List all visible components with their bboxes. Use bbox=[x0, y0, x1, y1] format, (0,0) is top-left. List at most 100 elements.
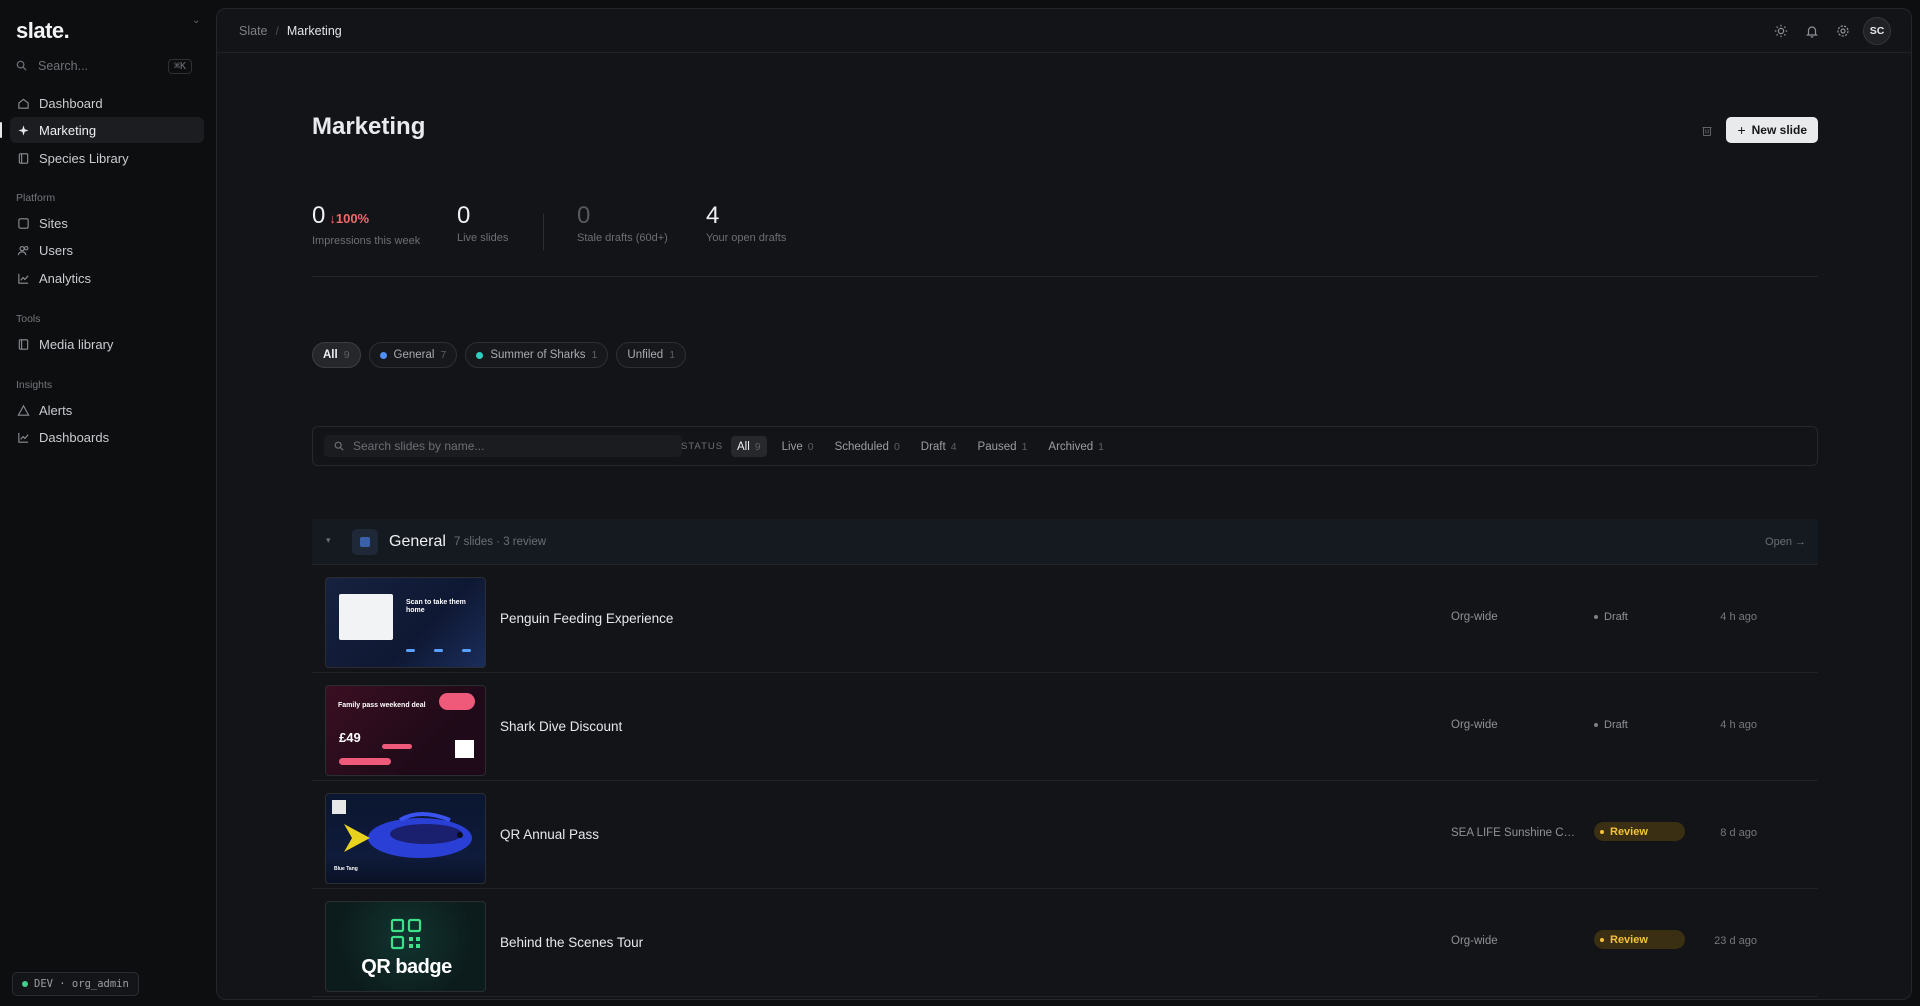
sidebar-item-media-library[interactable]: Media library bbox=[10, 331, 204, 357]
notifications-bell-icon[interactable] bbox=[1798, 17, 1826, 45]
sidebar-search-label: Search... bbox=[38, 59, 89, 73]
stat-value: 0 bbox=[577, 202, 591, 229]
status-badge: Review bbox=[1594, 822, 1685, 841]
stat-value: 0 bbox=[312, 202, 326, 229]
chip-general[interactable]: General 7 bbox=[368, 342, 458, 368]
sidebar-item-label: Alerts bbox=[39, 402, 73, 418]
status-tab-label: Scheduled bbox=[834, 440, 889, 453]
slide-name[interactable]: Behind the Scenes Tour bbox=[500, 935, 643, 950]
status-dot-icon bbox=[22, 981, 28, 987]
sidebar-item-dashboard[interactable]: Dashboard bbox=[10, 90, 204, 116]
chip-all[interactable]: All 9 bbox=[312, 342, 361, 368]
trash-icon[interactable] bbox=[1700, 123, 1714, 137]
collection-group-header[interactable]: ▾ General 7 slides · 3 review Open → bbox=[312, 519, 1818, 565]
slide-row[interactable]: Blue Tang QR Annual Pass SEA LIFE Sunshi… bbox=[312, 781, 1818, 889]
slide-row[interactable]: QR badge Behind the Scenes Tour Org-wide… bbox=[312, 889, 1818, 997]
stat-open-drafts: 4 Your open drafts bbox=[706, 202, 786, 244]
thumbnail-caption: Blue Tang bbox=[334, 866, 358, 872]
collection-open-link[interactable]: Open → bbox=[1765, 536, 1806, 548]
sidebar-item-label: Dashboard bbox=[39, 95, 103, 111]
slide-name[interactable]: Shark Dive Discount bbox=[500, 719, 622, 734]
sidebar-item-marketing[interactable]: Marketing bbox=[10, 117, 204, 143]
thumbnail-price: £49 bbox=[339, 730, 361, 745]
chip-label: General bbox=[393, 349, 435, 361]
chip-count: 7 bbox=[440, 349, 447, 361]
chart-icon bbox=[16, 271, 30, 285]
chip-summer-of-sharks[interactable]: Summer of Sharks 1 bbox=[465, 342, 609, 368]
status-badge: Draft bbox=[1594, 611, 1628, 623]
page-actions: + New slide bbox=[1700, 117, 1818, 143]
status-tab-archived[interactable]: Archived 1 bbox=[1042, 436, 1110, 457]
collection-dot-icon bbox=[379, 351, 387, 359]
sidebar-item-label: Species Library bbox=[39, 150, 129, 166]
workspace-switcher-chevron-icon[interactable]: ⌄ bbox=[192, 15, 200, 26]
environment-badge: DEV · org_admin bbox=[12, 972, 139, 996]
fish-illustration-icon bbox=[344, 812, 472, 858]
status-filter-label: STATUS bbox=[681, 441, 724, 452]
slide-name[interactable]: QR Annual Pass bbox=[500, 827, 599, 842]
new-slide-button[interactable]: + New slide bbox=[1726, 117, 1818, 143]
collection-icon bbox=[352, 529, 378, 555]
chip-label: Unfiled bbox=[627, 349, 664, 361]
slide-thumbnail[interactable]: Blue Tang bbox=[325, 793, 486, 884]
sidebar-item-sites[interactable]: Sites bbox=[10, 210, 204, 236]
stat-label: Impressions this week bbox=[312, 235, 421, 247]
status-tab-label: Live bbox=[781, 440, 803, 453]
status-label: Draft bbox=[1604, 611, 1628, 623]
status-tab-count: 4 bbox=[950, 440, 957, 453]
slide-name[interactable]: Penguin Feeding Experience bbox=[500, 611, 673, 626]
stat-value: 0 bbox=[457, 202, 471, 229]
status-tab-count: 0 bbox=[893, 440, 900, 453]
qr-code-icon bbox=[390, 918, 422, 950]
sidebar-item-alerts[interactable]: Alerts bbox=[10, 397, 204, 423]
new-slide-label: New slide bbox=[1751, 123, 1807, 137]
collection-name: General bbox=[389, 533, 446, 550]
page-title: Marketing bbox=[312, 113, 426, 140]
slide-scope: Org-wide bbox=[1451, 719, 1498, 731]
section-label-platform: Platform bbox=[16, 192, 56, 204]
square-icon bbox=[16, 216, 30, 230]
status-tab-label: Paused bbox=[977, 440, 1017, 453]
slide-updated-time: 4 h ago bbox=[1720, 719, 1757, 731]
thumbnail-bar bbox=[339, 758, 391, 765]
status-label: Review bbox=[1610, 825, 1648, 838]
settings-gear-icon[interactable] bbox=[1829, 17, 1857, 45]
sidebar-item-users[interactable]: Users bbox=[10, 237, 204, 263]
status-tab-draft[interactable]: Draft 4 bbox=[915, 436, 963, 457]
slide-thumbnail[interactable]: Scan to take them home bbox=[325, 577, 486, 668]
slide-row[interactable]: Family pass weekend deal £49 Shark Dive … bbox=[312, 673, 1818, 781]
slide-row[interactable]: Scan to take them home Penguin Feeding E… bbox=[312, 565, 1818, 673]
status-tab-count: 9 bbox=[754, 440, 761, 453]
status-badge: Review bbox=[1594, 930, 1685, 949]
slide-thumbnail[interactable]: QR badge bbox=[325, 901, 486, 992]
status-dot-icon bbox=[1600, 937, 1604, 942]
user-avatar[interactable]: SC bbox=[1863, 17, 1891, 45]
home-icon bbox=[16, 96, 30, 110]
sidebar-item-analytics[interactable]: Analytics bbox=[10, 265, 204, 291]
breadcrumb-root[interactable]: Slate bbox=[239, 24, 268, 38]
library-icon bbox=[16, 337, 30, 351]
sidebar-item-species-library[interactable]: Species Library bbox=[10, 145, 204, 171]
status-tab-all[interactable]: All 9 bbox=[731, 436, 767, 457]
active-indicator bbox=[0, 122, 2, 138]
filter-bar: Search slides by name... STATUS All 9 Liv… bbox=[312, 426, 1818, 466]
status-tab-scheduled[interactable]: Scheduled 0 bbox=[829, 436, 906, 457]
sidebar-item-label: Media library bbox=[39, 336, 114, 352]
collection-meta: 7 slides · 3 review bbox=[454, 536, 547, 548]
slide-search-input[interactable]: Search slides by name... bbox=[324, 435, 682, 457]
search-icon bbox=[16, 59, 30, 74]
theme-toggle-sun-icon[interactable] bbox=[1767, 17, 1795, 45]
chart-icon bbox=[16, 430, 30, 444]
sidebar-item-dashboards[interactable]: Dashboards bbox=[10, 424, 204, 450]
topbar: Slate / Marketing SC bbox=[217, 9, 1911, 53]
section-label-tools: Tools bbox=[16, 313, 41, 325]
status-dot-icon bbox=[1600, 829, 1604, 834]
collapse-chevron-icon[interactable]: ▾ bbox=[326, 535, 331, 546]
breadcrumb-separator: / bbox=[275, 23, 279, 38]
slide-thumbnail[interactable]: Family pass weekend deal £49 bbox=[325, 685, 486, 776]
sidebar-search[interactable]: Search... ⌘K bbox=[16, 56, 192, 76]
chip-unfiled[interactable]: Unfiled 1 bbox=[616, 342, 687, 368]
app-logo[interactable]: slate. bbox=[16, 18, 70, 44]
status-tab-live[interactable]: Live 0 bbox=[776, 436, 820, 457]
status-tab-paused[interactable]: Paused 1 bbox=[972, 436, 1034, 457]
